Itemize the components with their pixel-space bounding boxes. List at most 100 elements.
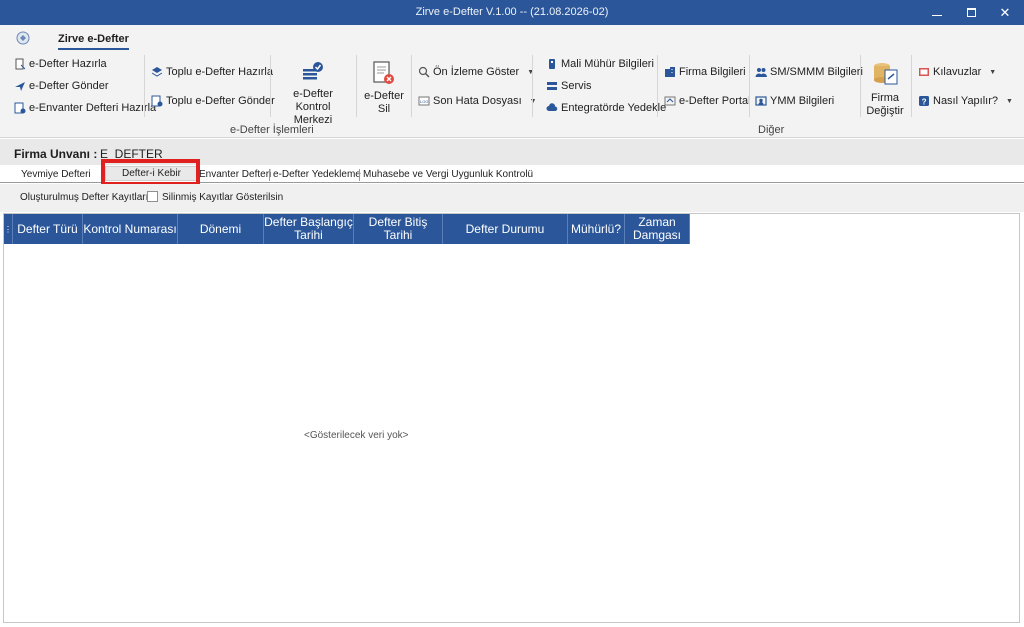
ribbon-separator [411,55,412,117]
maximize-icon [966,8,976,17]
users-icon [755,68,767,77]
column-donemi[interactable]: Dönemi [178,214,264,244]
database-switch-icon [874,63,898,85]
help-icon: ? [919,96,929,106]
firma-bilgileri-button[interactable]: Firma Bilgileri [664,66,746,78]
id-card-icon [755,96,767,106]
firma-degistir-button[interactable]: Firma Değiştir [864,60,906,118]
firma-unvani-label: Firma Unvanı : [14,147,98,161]
ymm-bilgileri-label: YMM Bilgileri [770,95,835,107]
chevron-down-icon: ▼ [527,68,535,76]
edefter-hazirla-button[interactable]: e-Defter Hazırla [14,58,107,70]
ribbon-separator [144,55,145,117]
servis-button[interactable]: Servis [546,80,592,92]
silinmis-kayitlar-label[interactable]: Silinmiş Kayıtlar Gösterilsin [162,192,283,203]
mali-muhur-button[interactable]: Mali Mühür Bilgileri [546,58,654,70]
chevron-down-icon: ▼ [1006,97,1013,105]
kilavuzlar-label: Kılavuzlar [933,66,982,78]
sm-smmm-button[interactable]: SM/SMMM Bilgileri [755,66,863,78]
edefter-gonder-label: e-Defter Gönder [29,80,109,92]
column-bitis-tarihi[interactable]: Defter Bitiş Tarihi [354,214,443,244]
grid-header: ⋮ Defter Türü Kontrol Numarası Dönemi De… [4,214,690,244]
toplu-gonder-button[interactable]: Toplu e-Defter Gönder [151,95,275,107]
ribbon-separator [911,55,912,117]
ribbon-separator [657,55,658,117]
maximize-button[interactable] [954,0,988,25]
son-hata-label: Son Hata Dosyası [433,95,522,107]
portal-icon [664,96,676,106]
column-kontrol-numarasi[interactable]: Kontrol Numarası [83,214,178,244]
highlight-box [101,159,200,186]
mali-muhur-label: Mali Mühür Bilgileri [561,58,654,70]
tab-uygunluk-kontrolu[interactable]: Muhasebe ve Vergi Uygunluk Kontrolü [358,169,533,181]
edefter-hazirla-label: e-Defter Hazırla [29,58,107,70]
son-hata-dropdown[interactable]: LOG Son Hata Dosyası ▼ [418,95,537,107]
delete-document-icon [373,61,394,84]
toplu-gonder-label: Toplu e-Defter Gönder [166,95,275,107]
olusturulmus-kayitlar-label: Oluşturulmuş Defter Kayıtları [20,192,149,203]
chevron-down-icon: ▼ [989,68,997,76]
column-baslangic-tarihi[interactable]: Defter Başlangıç Tarihi [264,214,354,244]
ribbon-separator [860,55,861,117]
window-title: Zirve e-Defter V.1.00 -- (21.08.2026-02) [415,6,609,18]
group-label-edefter-islemleri: e-Defter İşlemleri [230,124,314,136]
cloud-icon [546,103,558,111]
firma-degistir-line1: Firma [870,92,900,104]
entegrator-yedekle-label: Entegratörde Yedekle [561,102,667,114]
tab-yevmiye-defteri[interactable]: Yevmiye Defteri [21,169,91,180]
grid-header-indicator[interactable]: ⋮ [4,214,13,244]
on-izleme-dropdown[interactable]: Ön İzleme Göster ▼ [418,66,534,78]
checklist-icon [303,62,323,80]
ribbon-separator [270,55,271,117]
book-icon [919,68,929,76]
preview-icon [418,66,430,78]
document-send-icon [151,95,163,107]
usb-key-icon [549,59,555,69]
title-bar: Zirve e-Defter V.1.00 -- (21.08.2026-02)… [0,0,1024,25]
log-file-icon: LOG [418,96,430,106]
envanter-hazirla-label: e-Envanter Defteri Hazırla [29,102,157,114]
edefter-sil-button[interactable]: e-Defter Sil [362,60,406,116]
document-new-icon [15,58,26,70]
chevron-down-icon: ▼ [529,97,537,105]
minimize-button[interactable] [920,0,954,25]
column-muhurlu[interactable]: Mühürlü? [568,214,625,244]
tab-edefter-yedekleme[interactable]: e-Defter Yedekleme [269,169,361,181]
column-defter-durumu[interactable]: Defter Durumu [443,214,568,244]
ribbon-separator [749,55,750,117]
group-label-diger: Diğer [758,124,785,136]
defter-grid[interactable] [3,213,1020,623]
column-zaman-damgasi[interactable]: Zaman Damgası [625,214,690,244]
edefter-sil-line2: Sil [377,103,391,115]
kontrol-merkezi-button[interactable]: e-Defter Kontrol Merkezi [275,60,351,127]
close-button[interactable]: ✕ [988,0,1022,25]
column-defter-turu[interactable]: Defter Türü [13,214,83,244]
ymm-bilgileri-button[interactable]: YMM Bilgileri [755,95,834,107]
sm-smmm-label: SM/SMMM Bilgileri [770,66,863,78]
entegrator-yedekle-button[interactable]: Entegratörde Yedekle [546,102,666,114]
on-izleme-label: Ön İzleme Göster [433,66,520,78]
send-icon [15,82,25,91]
firma-degistir-line2: Değiştir [866,105,904,117]
app-menu-icon[interactable] [16,31,30,45]
toplu-hazirla-button[interactable]: Toplu e-Defter Hazırla [151,66,273,78]
tab-zirve-edefter[interactable]: Zirve e-Defter [58,33,129,50]
close-icon: ✕ [999,5,1011,20]
svg-text:LOG: LOG [420,99,428,104]
inventory-icon [14,102,26,114]
edefter-portal-button[interactable]: e-Defter Portal [664,95,751,107]
kontrol-merkezi-line1: e-Defter Kontrol [293,88,333,113]
ribbon-tab-strip [0,25,1024,51]
nasil-yapilir-dropdown[interactable]: ? Nasıl Yapılır? ▼ [918,95,1013,107]
tab-envanter-defteri[interactable]: Envanter Defteri [199,169,271,180]
kilavuzlar-dropdown[interactable]: Kılavuzlar ▼ [918,66,996,78]
edefter-portal-label: e-Defter Portal [679,95,751,107]
ribbon-separator [532,55,533,117]
edefter-gonder-button[interactable]: e-Defter Gönder [14,80,108,92]
silinmis-kayitlar-checkbox[interactable] [147,191,158,202]
ribbon-separator [356,55,357,117]
service-icon [547,82,557,90]
toplu-hazirla-label: Toplu e-Defter Hazırla [166,66,273,78]
servis-label: Servis [561,80,592,92]
envanter-hazirla-button[interactable]: e-Envanter Defteri Hazırla [14,102,156,114]
